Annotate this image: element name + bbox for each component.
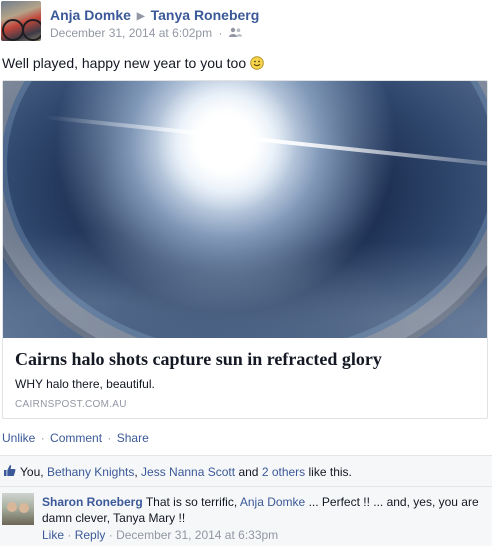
post-header: Anja Domke ▶ Tanya Roneberg December 31, 2…: [0, 0, 492, 44]
bike-wheel-shape: [2, 19, 24, 41]
link-source: CAIRNSPOST.COM.AU: [15, 399, 127, 410]
likes-text: You, Bethany Knights, Jess Nanna Scott a…: [20, 465, 352, 479]
share-link[interactable]: Share: [117, 431, 149, 445]
liker-link[interactable]: Bethany Knights: [47, 465, 134, 479]
post-actions: Unlike · Comment · Share: [2, 431, 149, 445]
face-shape: [7, 502, 17, 512]
author-avatar[interactable]: [1, 1, 41, 41]
target-name-link[interactable]: Tanya Roneberg: [151, 7, 260, 23]
comment-link[interactable]: Comment: [50, 431, 102, 445]
comment-reply-link[interactable]: Reply: [75, 528, 106, 542]
comment-body: Sharon Roneberg That is so terrific, Anj…: [42, 494, 482, 526]
link-preview-card[interactable]: Cairns halo shots capture sun in refract…: [2, 80, 488, 419]
action-separator: ·: [107, 431, 112, 445]
commenter-avatar[interactable]: [2, 493, 34, 525]
comment-like-link[interactable]: Like: [42, 528, 64, 542]
mention-link[interactable]: Anja Domke: [240, 495, 305, 509]
post-message-text: Well played, happy new year to you too: [2, 55, 247, 71]
post-names: Anja Domke ▶ Tanya Roneberg: [50, 7, 259, 23]
commenter-name-link[interactable]: Sharon Roneberg: [42, 495, 143, 509]
likes-separator: ,: [134, 465, 138, 479]
friends-icon[interactable]: [228, 26, 242, 40]
author-name-link[interactable]: Anja Domke: [50, 7, 131, 23]
unlike-link[interactable]: Unlike: [2, 431, 35, 445]
likes-you: You: [20, 465, 41, 479]
comment-text: That is so terrific,: [145, 495, 238, 509]
face-shape: [19, 503, 29, 513]
other-likers-link[interactable]: 2 others: [262, 465, 305, 479]
arrow-right-icon: ▶: [136, 11, 145, 22]
comment-meta: Like · Reply · December 31, 2014 at 6:33…: [42, 528, 278, 542]
link-preview-image[interactable]: [3, 81, 487, 338]
action-separator: ·: [40, 431, 45, 445]
bike-wheel-shape: [22, 19, 41, 41]
meta-separator: ·: [218, 26, 223, 40]
likes-summary: You, Bethany Knights, Jess Nanna Scott a…: [0, 455, 492, 486]
post-message: Well played, happy new year to you too: [2, 55, 264, 71]
likes-suffix: like this.: [308, 465, 352, 479]
likes-separator: ,: [40, 465, 44, 479]
comment: Sharon Roneberg That is so terrific, Anj…: [0, 486, 492, 546]
likes-and: and: [238, 465, 259, 479]
smiley-icon: [250, 56, 264, 70]
liker-link[interactable]: Jess Nanna Scott: [141, 465, 235, 479]
comment-separator: ·: [67, 528, 72, 542]
comment-separator: ·: [108, 528, 113, 542]
comment-timestamp[interactable]: December 31, 2014 at 6:33pm: [116, 528, 278, 542]
post-timestamp[interactable]: December 31, 2014 at 6:02pm: [50, 26, 212, 40]
link-title[interactable]: Cairns halo shots capture sun in refract…: [15, 349, 382, 370]
post-meta: December 31, 2014 at 6:02pm ·: [50, 26, 242, 41]
sun-glow-shape: [3, 81, 487, 338]
thumbs-up-icon: [3, 464, 16, 480]
link-description: WHY halo there, beautiful.: [15, 377, 155, 391]
feed-post: Anja Domke ▶ Tanya Roneberg December 31, 2…: [0, 0, 492, 546]
